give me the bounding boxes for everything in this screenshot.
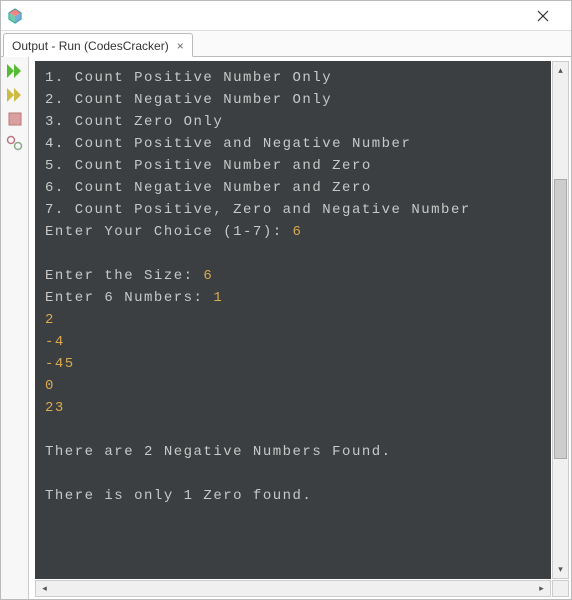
- console-panel: 1. Count Positive Number Only 2. Count N…: [29, 57, 571, 599]
- console-output[interactable]: 1. Count Positive Number Only 2. Count N…: [35, 61, 551, 579]
- run-again-icon[interactable]: [4, 85, 26, 105]
- scroll-up-icon[interactable]: ▴: [553, 62, 568, 79]
- titlebar: [1, 1, 571, 31]
- vertical-scrollbar[interactable]: ▴ ▾: [552, 61, 569, 579]
- scroll-left-icon[interactable]: ◂: [36, 581, 53, 596]
- horizontal-scrollbar[interactable]: ◂ ▸: [35, 580, 551, 597]
- scroll-track[interactable]: [553, 79, 568, 561]
- tab-label: Output - Run (CodesCracker): [12, 39, 169, 53]
- sidebar: [1, 57, 29, 599]
- tab-output-run[interactable]: Output - Run (CodesCracker) ×: [3, 33, 193, 57]
- tab-bar: Output - Run (CodesCracker) ×: [1, 31, 571, 57]
- scroll-down-icon[interactable]: ▾: [553, 561, 568, 578]
- scroll-thumb[interactable]: [554, 179, 567, 459]
- scroll-corner: [552, 580, 569, 597]
- run-icon[interactable]: [4, 61, 26, 81]
- tab-close-icon[interactable]: ×: [175, 39, 186, 53]
- workarea: 1. Count Positive Number Only 2. Count N…: [1, 57, 571, 599]
- scroll-right-icon[interactable]: ▸: [533, 581, 550, 596]
- stop-icon[interactable]: [4, 109, 26, 129]
- close-button[interactable]: [523, 2, 563, 30]
- settings-icon[interactable]: [4, 133, 26, 153]
- app-icon: [7, 8, 23, 24]
